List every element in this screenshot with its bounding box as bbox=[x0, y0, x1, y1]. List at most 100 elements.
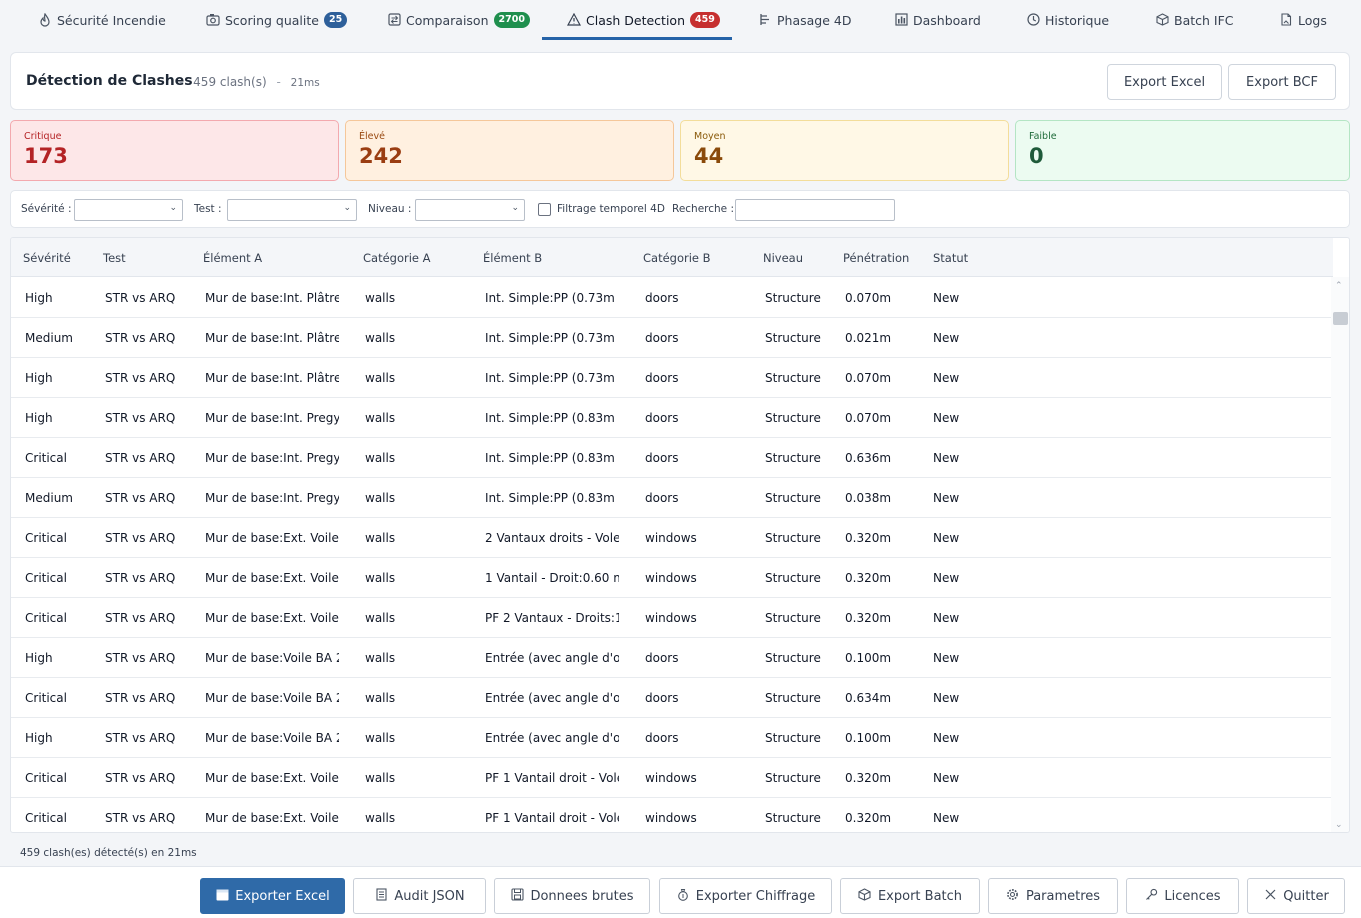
table-cell: Critical bbox=[25, 571, 67, 585]
vertical-scrollbar[interactable]: ⌃ ⌄ bbox=[1331, 277, 1349, 832]
stat-faible: Faible 0 bbox=[1015, 120, 1350, 181]
scrollbar-thumb[interactable] bbox=[1333, 312, 1348, 325]
tab-badge: 2700 bbox=[493, 12, 530, 28]
table-cell: PF 1 Vantail droit - Vole bbox=[485, 771, 619, 785]
severity-select[interactable]: ⌄ bbox=[74, 199, 183, 221]
table-row[interactable]: Critical STR vs ARQ Mur de base:Ext. Voile… bbox=[11, 558, 1333, 598]
table-cell: Int. Simple:PP (0.73m x bbox=[485, 331, 619, 345]
clash-count: 459 clash(s) bbox=[193, 75, 267, 89]
table-row[interactable]: Critical STR vs ARQ Mur de base:Ext. Voile… bbox=[11, 598, 1333, 638]
scroll-down-icon[interactable]: ⌄ bbox=[1335, 820, 1343, 830]
table-row[interactable]: High STR vs ARQ Mur de base:Int. Plâtre wal… bbox=[11, 358, 1333, 398]
clock-icon bbox=[1026, 13, 1040, 27]
phasing-icon bbox=[758, 13, 772, 27]
compare-icon bbox=[387, 13, 401, 27]
search-input[interactable] bbox=[735, 199, 895, 221]
exporter-excel-button[interactable]: Exporter Excel bbox=[200, 878, 345, 914]
test-filter-label: Test : bbox=[194, 203, 222, 215]
table-row[interactable]: Critical STR vs ARQ Mur de base:Ext. Voile… bbox=[11, 518, 1333, 558]
tab-batch-ifc[interactable]: Batch IFC bbox=[1155, 0, 1234, 40]
table-row[interactable]: Critical STR vs ARQ Mur de base:Voile BA 2… bbox=[11, 678, 1333, 718]
stat-label: Élevé bbox=[359, 131, 385, 142]
table-cell: STR vs ARQ bbox=[105, 611, 176, 625]
button-label: Export Batch bbox=[877, 888, 963, 904]
table-cell: New bbox=[933, 331, 960, 345]
stat-critique: Critique 173 bbox=[10, 120, 339, 181]
active-tab-indicator bbox=[542, 37, 732, 40]
tab-bar: Sécurité Incendie Scoring qualite 25 Com… bbox=[0, 0, 1361, 40]
table-row[interactable]: Critical STR vs ARQ Mur de base:Int. Pregy… bbox=[11, 438, 1333, 478]
audit-json-button[interactable]: Audit JSON bbox=[353, 878, 486, 914]
donnees-brutes-button[interactable]: Donnees brutes bbox=[494, 878, 650, 914]
export-batch-button[interactable]: Export Batch bbox=[840, 878, 980, 914]
tab-label: Scoring qualite bbox=[225, 12, 319, 28]
table-cell: walls bbox=[365, 731, 396, 745]
table-cell: doors bbox=[645, 491, 679, 505]
table-cell: walls bbox=[365, 331, 396, 345]
column-header-category-b[interactable]: Catégorie B bbox=[643, 251, 711, 265]
table-row[interactable]: Medium STR vs ARQ Mur de base:Int. Plâtre w… bbox=[11, 318, 1333, 358]
quitter-button[interactable]: Quitter bbox=[1247, 878, 1345, 914]
column-header-test[interactable]: Test bbox=[103, 251, 126, 265]
table-cell: Mur de base:Int. Plâtre bbox=[205, 291, 339, 305]
temporal-filter-checkbox[interactable] bbox=[538, 203, 551, 216]
clash-table: Sévérité Test Élément A Catégorie A Élém… bbox=[10, 237, 1350, 833]
tab-label: Historique bbox=[1045, 12, 1110, 28]
table-cell: High bbox=[25, 371, 53, 385]
table-cell: High bbox=[25, 291, 53, 305]
table-row[interactable]: Critical STR vs ARQ Mur de base:Ext. Voile… bbox=[11, 798, 1333, 832]
column-header-element-b[interactable]: Élément B bbox=[483, 251, 542, 265]
table-cell: New bbox=[933, 651, 960, 665]
button-label: Parametres bbox=[1025, 888, 1101, 904]
table-cell: Mur de base:Int. Plâtre bbox=[205, 371, 339, 385]
stat-label: Moyen bbox=[694, 131, 726, 142]
tab-badge: 459 bbox=[690, 12, 720, 28]
table-cell: STR vs ARQ bbox=[105, 651, 176, 665]
table-row[interactable]: High STR vs ARQ Mur de base:Int. Plâtre wal… bbox=[11, 278, 1333, 318]
table-cell: 0.070m bbox=[845, 411, 892, 425]
table-cell: Mur de base:Ext. Voile bbox=[205, 611, 339, 625]
table-row[interactable]: High STR vs ARQ Mur de base:Int. Pregy wall… bbox=[11, 398, 1333, 438]
tab-phasage-4d[interactable]: Phasage 4D bbox=[758, 0, 851, 40]
table-cell: walls bbox=[365, 811, 396, 825]
column-header-severity[interactable]: Sévérité bbox=[23, 251, 71, 265]
column-header-level[interactable]: Niveau bbox=[763, 251, 803, 265]
key-icon bbox=[1144, 888, 1158, 904]
table-cell: Int. Simple:PP (0.73m x bbox=[485, 371, 619, 385]
table-row[interactable]: Critical STR vs ARQ Mur de base:Ext. Voile… bbox=[11, 758, 1333, 798]
tab-label: Phasage 4D bbox=[777, 12, 852, 28]
column-header-penetration[interactable]: Pénétration bbox=[843, 251, 909, 265]
column-header-element-a[interactable]: Élément A bbox=[203, 251, 262, 265]
exporter-chiffrage-button[interactable]: Exporter Chiffrage bbox=[659, 878, 832, 914]
stat-value: 242 bbox=[359, 144, 403, 168]
table-cell: Int. Simple:PP (0.73m x bbox=[485, 291, 619, 305]
table-cell: 0.634m bbox=[845, 691, 892, 705]
tab-historique[interactable]: Historique bbox=[1026, 0, 1109, 40]
scroll-up-icon[interactable]: ⌃ bbox=[1335, 281, 1343, 291]
column-header-category-a[interactable]: Catégorie A bbox=[363, 251, 431, 265]
chevron-down-icon: ⌄ bbox=[343, 203, 351, 213]
tab-comparaison[interactable]: Comparaison 2700 bbox=[387, 0, 530, 40]
tab-dashboard[interactable]: Dashboard bbox=[894, 0, 981, 40]
table-row[interactable]: High STR vs ARQ Mur de base:Voile BA 2 wall… bbox=[11, 638, 1333, 678]
table-row[interactable]: Medium STR vs ARQ Mur de base:Int. Pregy wa… bbox=[11, 478, 1333, 518]
table-cell: windows bbox=[645, 571, 697, 585]
table-row[interactable]: High STR vs ARQ Mur de base:Voile BA 2 wall… bbox=[11, 718, 1333, 758]
table-cell: walls bbox=[365, 651, 396, 665]
gear-icon bbox=[1006, 888, 1020, 904]
level-select[interactable]: ⌄ bbox=[415, 199, 525, 221]
parametres-button[interactable]: Parametres bbox=[988, 878, 1118, 914]
document-icon bbox=[1279, 13, 1293, 27]
export-excel-button[interactable]: Export Excel bbox=[1107, 64, 1222, 100]
table-cell: walls bbox=[365, 491, 396, 505]
tab-logs[interactable]: Logs bbox=[1279, 0, 1327, 40]
test-select[interactable]: ⌄ bbox=[227, 199, 357, 221]
table-cell: doors bbox=[645, 451, 679, 465]
column-header-status[interactable]: Statut bbox=[933, 251, 968, 265]
export-bcf-button[interactable]: Export BCF bbox=[1228, 64, 1336, 100]
tab-scoring-qualite[interactable]: Scoring qualite 25 bbox=[206, 0, 348, 40]
table-cell: doors bbox=[645, 651, 679, 665]
tab-securite-incendie[interactable]: Sécurité Incendie bbox=[38, 0, 166, 40]
tab-clash-detection[interactable]: Clash Detection 459 bbox=[566, 0, 720, 40]
licences-button[interactable]: Licences bbox=[1126, 878, 1239, 914]
